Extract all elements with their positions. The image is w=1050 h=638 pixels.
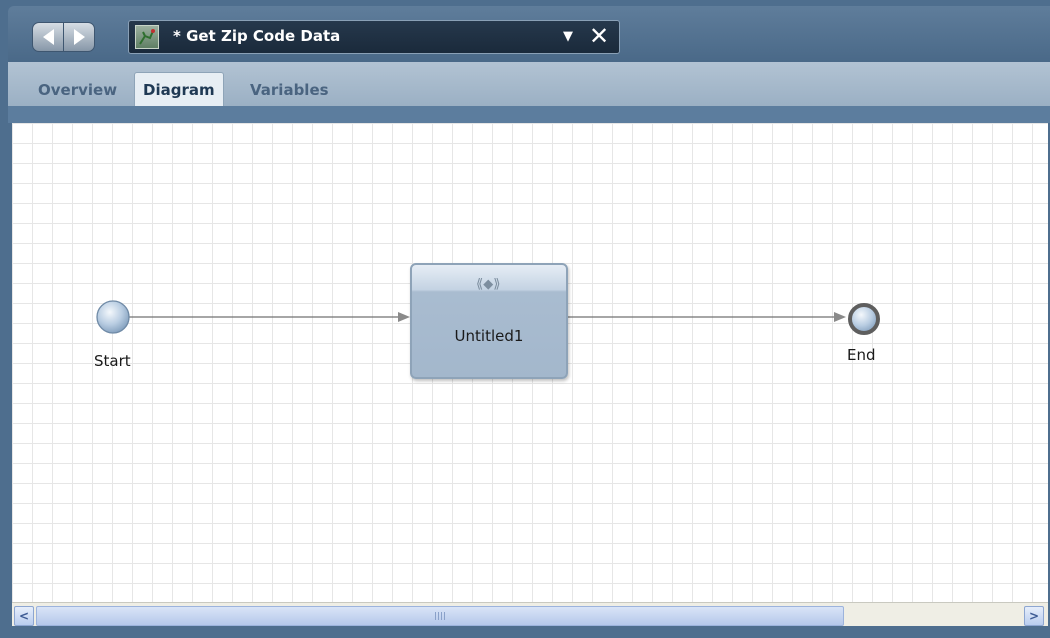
tab-overview[interactable]: Overview bbox=[30, 74, 125, 106]
diagram-canvas[interactable]: Start ⟪◆⟫ Untitled1 End bbox=[12, 123, 1048, 602]
tab-variables[interactable]: Variables bbox=[242, 74, 337, 106]
window-bottom-edge bbox=[0, 626, 1050, 638]
editor-window: * Get Zip Code Data ▼ ✕ Overview Diagram… bbox=[0, 0, 1050, 638]
tab-strip-divider bbox=[8, 106, 1050, 123]
start-event-node[interactable] bbox=[96, 300, 130, 334]
editor-tab-title: * Get Zip Code Data bbox=[173, 27, 341, 45]
horizontal-scrollbar[interactable]: < > bbox=[12, 602, 1048, 627]
scrollbar-thumb[interactable] bbox=[36, 606, 844, 626]
chevron-right-icon: > bbox=[1028, 609, 1040, 623]
process-icon bbox=[135, 25, 159, 49]
activity-type-icon: ⟪◆⟫ bbox=[476, 277, 501, 292]
end-event-node[interactable] bbox=[848, 303, 880, 335]
arrow-right-icon bbox=[73, 29, 85, 45]
back-button[interactable] bbox=[32, 22, 64, 52]
activity-node[interactable]: ⟪◆⟫ Untitled1 bbox=[410, 263, 568, 379]
forward-button[interactable] bbox=[63, 22, 95, 52]
editor-tab[interactable]: * Get Zip Code Data ▼ ✕ bbox=[128, 20, 620, 54]
arrowhead-icon bbox=[834, 312, 846, 322]
scroll-left-button[interactable]: < bbox=[14, 606, 34, 626]
tab-diagram[interactable]: Diagram bbox=[134, 72, 224, 107]
view-tabs: Overview Diagram Variables bbox=[8, 62, 1050, 107]
arrowhead-icon bbox=[398, 312, 410, 322]
start-label: Start bbox=[94, 352, 131, 370]
arrow-left-icon bbox=[42, 29, 54, 45]
activity-label: Untitled1 bbox=[454, 327, 524, 345]
editor-toolbar: * Get Zip Code Data ▼ ✕ bbox=[8, 6, 1050, 62]
close-icon[interactable]: ✕ bbox=[589, 21, 609, 51]
end-label: End bbox=[847, 346, 876, 364]
chevron-left-icon: < bbox=[18, 609, 30, 623]
scroll-right-button[interactable]: > bbox=[1024, 606, 1044, 626]
chevron-down-icon[interactable]: ▼ bbox=[563, 29, 573, 44]
grip-icon bbox=[435, 612, 445, 620]
